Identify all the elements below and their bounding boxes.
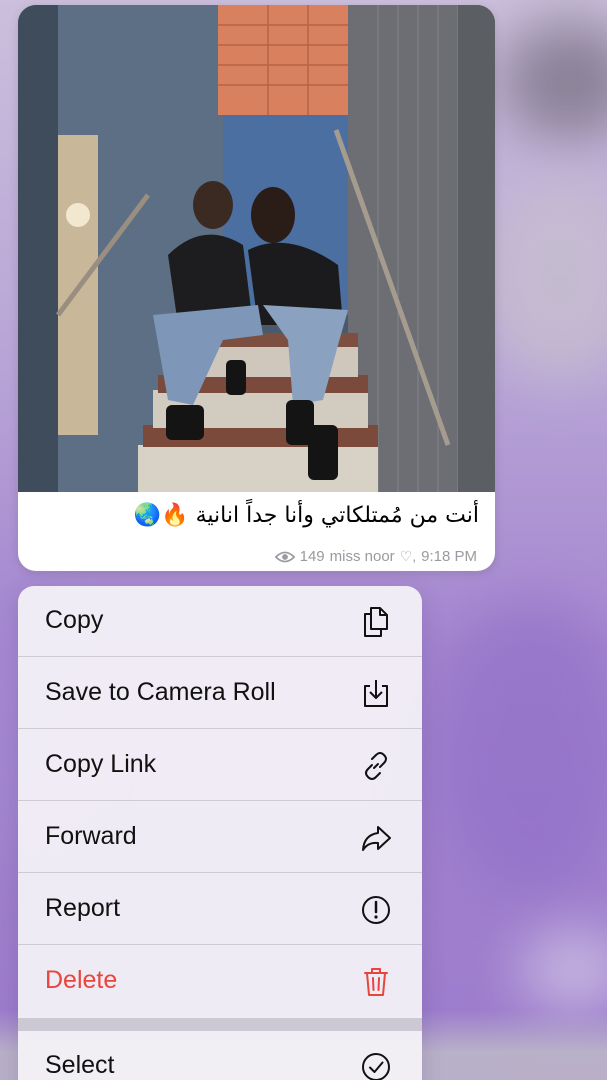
menu-item-report[interactable]: Report (18, 874, 422, 945)
message-photo[interactable] (18, 5, 495, 492)
menu-item-label: Forward (45, 822, 137, 850)
copy-icon (364, 607, 388, 637)
link-icon (365, 752, 387, 780)
author-signature: miss noor (329, 548, 395, 565)
author-heart: ♡, (399, 548, 417, 564)
checkmark-circle-icon (362, 1053, 390, 1080)
message-meta: 149 miss noor ♡, 9:18 PM (274, 548, 477, 565)
message-context-menu: Copy Save to Camera Roll Copy Link Forwa… (18, 586, 422, 1080)
views-eye-icon (274, 551, 295, 562)
exclamation-circle-icon (362, 896, 390, 924)
view-count: 149 (299, 548, 325, 565)
menu-item-label: Select (45, 1051, 115, 1079)
forward-arrow-icon (362, 826, 391, 851)
message-caption: أنت من مُمتلكاتي وأنا جداً انانية 🔥🌏 (133, 503, 479, 528)
menu-item-label: Delete (45, 966, 118, 994)
menu-item-copy[interactable]: Copy (18, 586, 422, 657)
menu-group-separator (18, 1018, 422, 1031)
menu-item-delete[interactable]: Delete (18, 946, 422, 1017)
menu-item-label: Save to Camera Roll (45, 678, 276, 706)
message-bubble[interactable]: أنت من مُمتلكاتي وأنا جداً انانية 🔥🌏 149… (18, 5, 495, 571)
menu-item-copy-link[interactable]: Copy Link (18, 730, 422, 801)
menu-item-label: Copy Link (45, 750, 157, 778)
save-download-icon (364, 680, 388, 707)
trash-icon (364, 968, 388, 996)
menu-item-save-to-camera-roll[interactable]: Save to Camera Roll (18, 658, 422, 729)
message-time: 9:18 PM (421, 548, 477, 565)
menu-item-forward[interactable]: Forward (18, 802, 422, 873)
menu-item-label: Report (45, 894, 121, 922)
menu-item-select[interactable]: Select (18, 1031, 422, 1080)
menu-item-label: Copy (45, 606, 104, 634)
